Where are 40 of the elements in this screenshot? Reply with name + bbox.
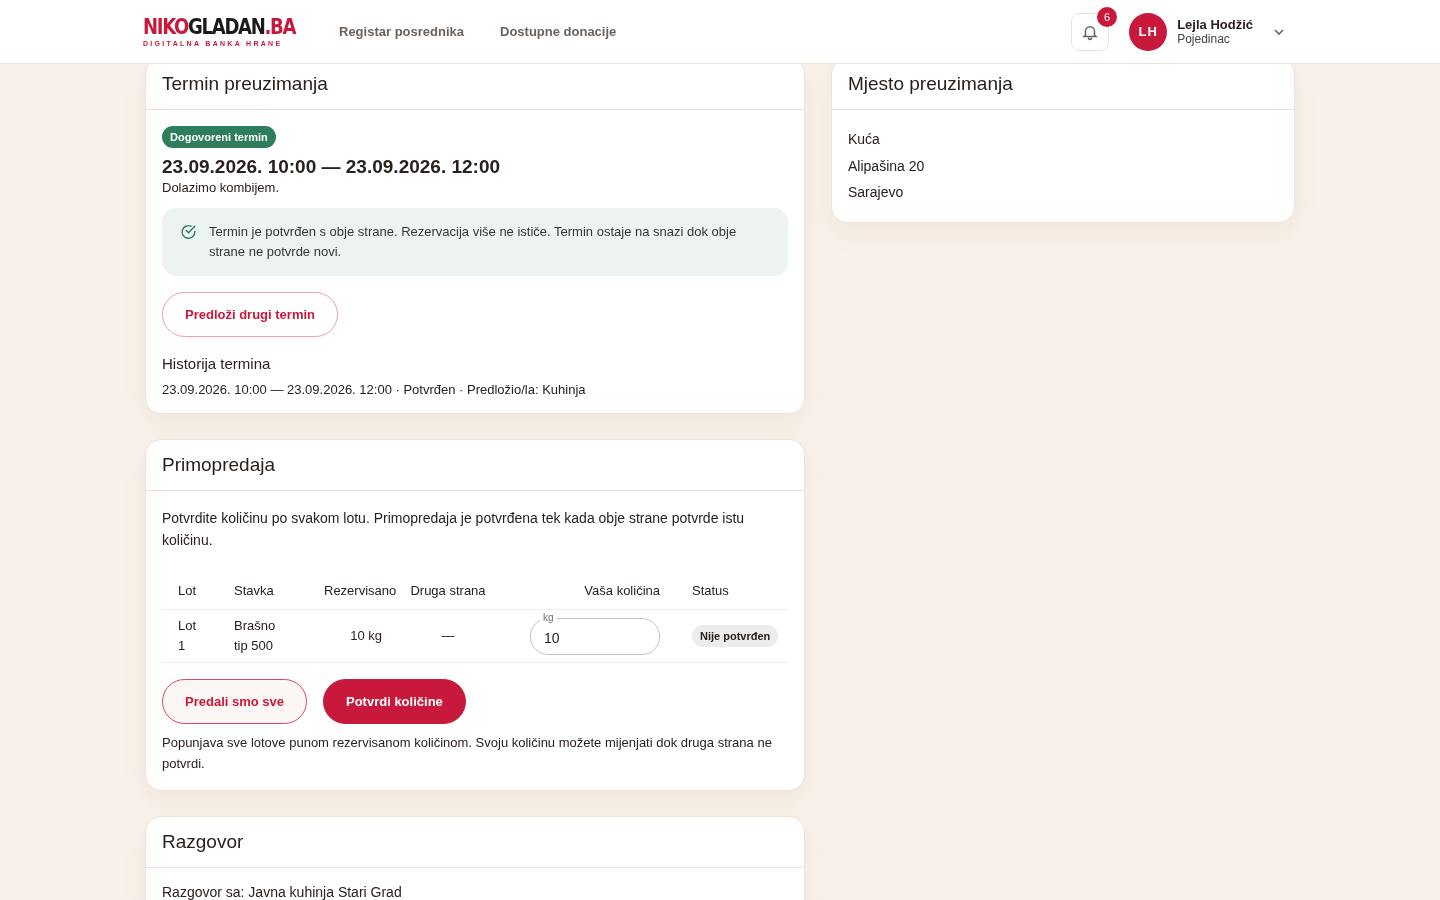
- card-title: Mjesto preuzimanja: [848, 72, 1013, 96]
- column-header: Lot: [178, 583, 197, 598]
- term-range: 23.09.2026. 10:00 — 23.09.2026. 12:00: [162, 156, 502, 178]
- user-avatar[interactable]: LH: [1129, 12, 1168, 51]
- hint-text: Popunjava sve lotove punom rezervisanom količinom. Svoju količinu možete mijenjati dok druga strana ne potvrdi.: [162, 734, 773, 773]
- history-entry: 23.09.2026. 10:00 — 23.09.2026. 12:00 · Potvrđen · Predložio/la: Kuhinja: [162, 382, 587, 397]
- card-title: Razgovor: [162, 830, 244, 854]
- column-header: Rezervisano: [324, 583, 397, 598]
- user-role: Pojedinac: [1177, 32, 1231, 46]
- check-circle-icon: [180, 222, 197, 242]
- column-header: Status: [692, 583, 729, 598]
- nav-link[interactable]: Dostupne donacije: [500, 24, 617, 39]
- intro-text: Potvrdite količinu po svakom lotu. Primopredaja je potvrđena tek kada obje strane potvrde istu količinu.: [162, 509, 746, 550]
- chat-subtitle: Razgovor sa: Javna kuhinja Stari Grad: [162, 884, 403, 900]
- notification-count: 6: [1097, 6, 1118, 27]
- card-title: Termin preuzimanja: [162, 72, 328, 96]
- term-note: Dolazimo kombijem.: [162, 180, 280, 195]
- column-header: Druga strana: [410, 583, 486, 598]
- unit-label: kg: [540, 610, 557, 625]
- column-header: Vaša količina: [584, 583, 660, 598]
- column-header: Stavka: [234, 583, 274, 598]
- section-title: Historija termina: [162, 355, 271, 372]
- card-title: Primopredaja: [162, 453, 275, 477]
- action-button[interactable]: Predali smo sve: [162, 679, 307, 724]
- table-cell: Lot 1: [178, 618, 197, 653]
- address-line: Sarajevo: [848, 183, 905, 202]
- address-line: Alipašina 20: [848, 156, 926, 176]
- user-name: Lejla Hodžić: [1177, 17, 1253, 32]
- nav-link[interactable]: Registar posrednika: [339, 24, 464, 39]
- alert-text: Termin je potvrđen s obje strane. Rezervacija više ne ističe. Termin ostaje na snazi dok obje strane ne potvrde novi.: [208, 223, 738, 261]
- notifications-button[interactable]: [1071, 12, 1110, 51]
- table-cell: —: [441, 628, 455, 643]
- action-button[interactable]: Potvrdi količine: [323, 679, 466, 724]
- table-cell: Brašno tip 500: [234, 618, 276, 653]
- status-badge: Nije potvrđen: [692, 625, 779, 647]
- chevron-down-icon[interactable]: [1273, 27, 1285, 36]
- table-cell: 10 kg: [350, 628, 382, 643]
- propose-term-button[interactable]: Predloži drugi termin: [162, 292, 338, 337]
- status-badge: Dogovoreni termin: [162, 126, 276, 148]
- address-line: Kuća: [848, 130, 881, 149]
